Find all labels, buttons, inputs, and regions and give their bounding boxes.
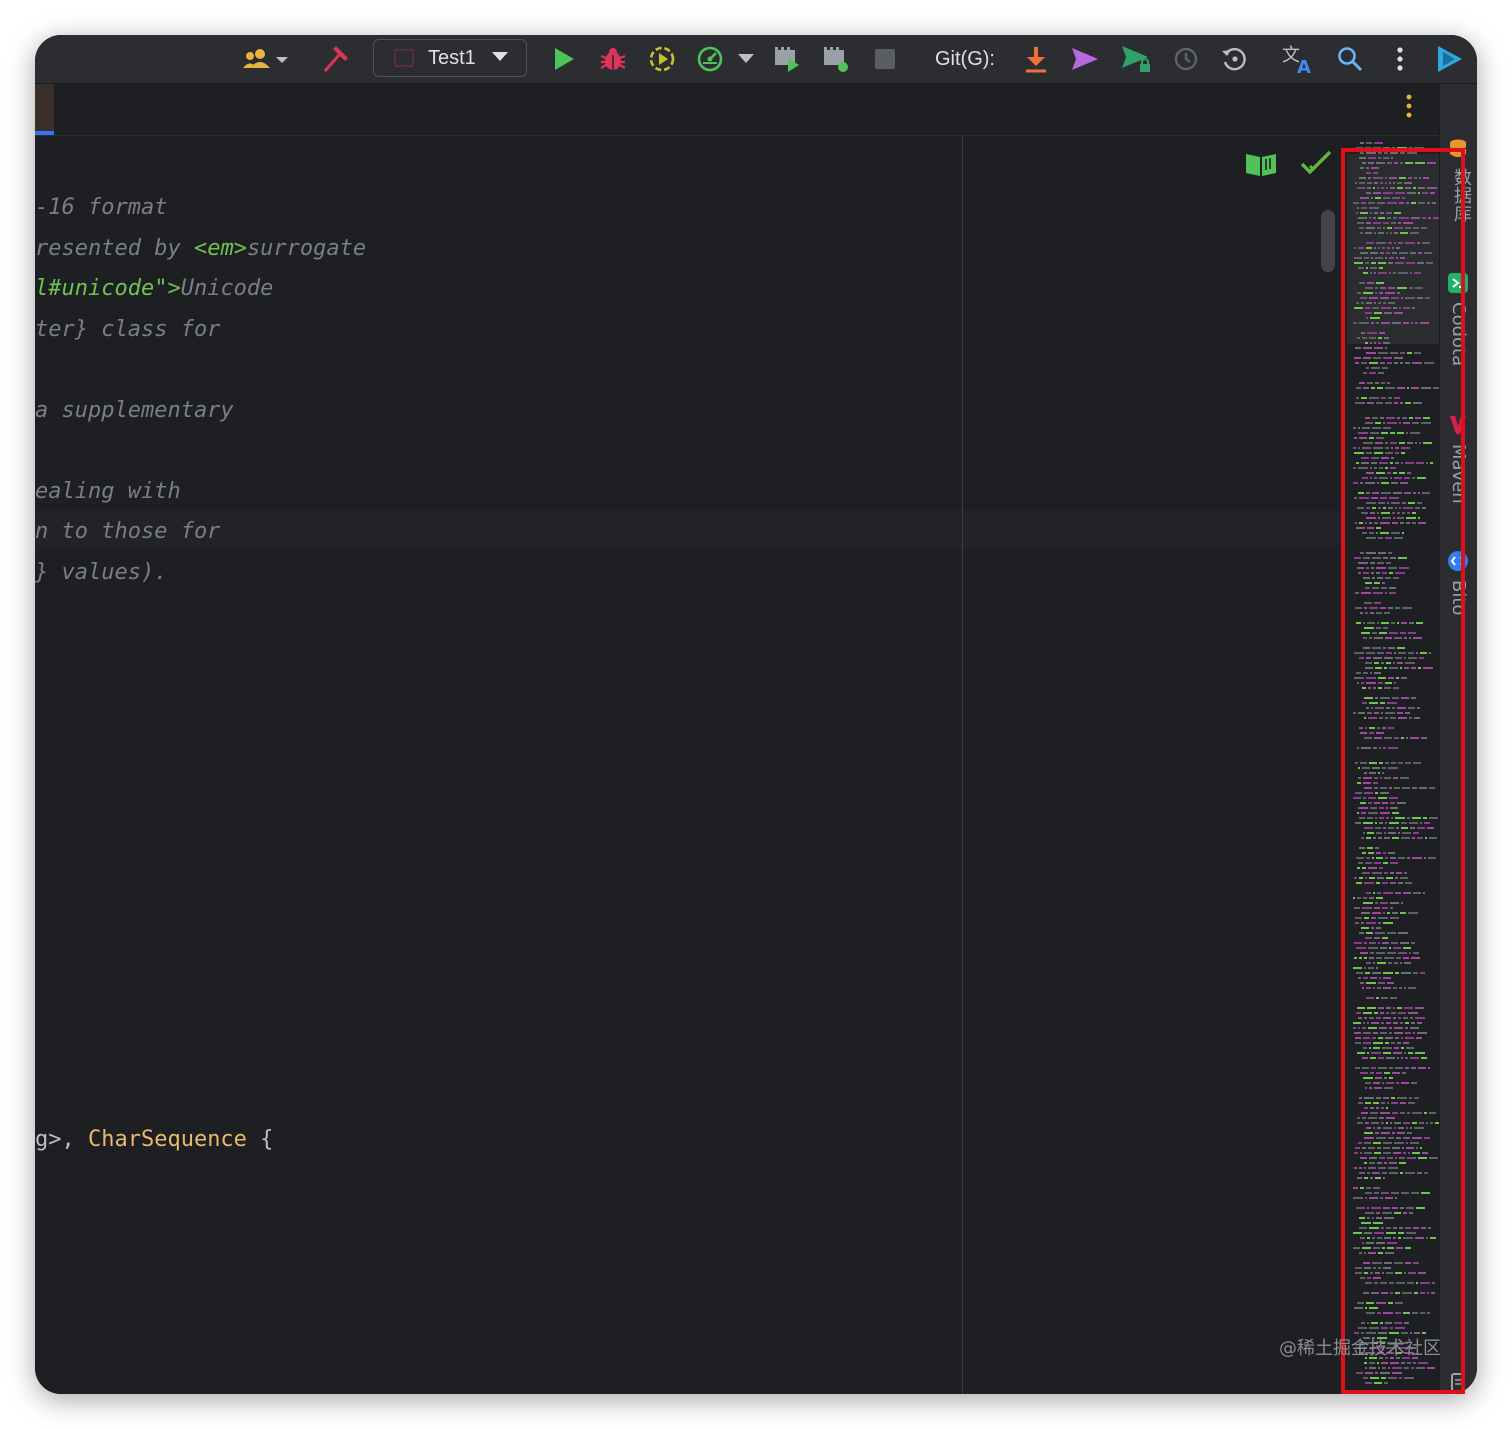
run-config-label: Test1 (428, 46, 476, 69)
stop-icon[interactable] (871, 35, 899, 83)
collaboration-users-icon[interactable] (235, 35, 295, 83)
build-hammer-icon[interactable] (319, 35, 351, 83)
code-token: CharSequence (87, 1127, 247, 1152)
code-token: ealing with (35, 479, 181, 504)
more-options-icon[interactable] (1387, 35, 1413, 83)
git-rollback-icon[interactable] (1220, 35, 1250, 83)
code-token: a supplementary (35, 398, 234, 423)
code-line[interactable]: resented by <em>surrogate (35, 229, 366, 269)
watermark: @稀土掘金技术社区 (1279, 1338, 1441, 1359)
git-commit-icon[interactable] (1068, 35, 1102, 83)
git-update-icon[interactable] (1021, 35, 1051, 83)
reader-mode-book-icon[interactable] (1244, 150, 1278, 183)
code-line[interactable]: g>, CharSequence { (35, 1120, 273, 1160)
code-token: surrogate (246, 236, 367, 261)
code-token: } values). (35, 560, 168, 585)
run-service-icon[interactable] (770, 35, 804, 83)
git-label: Git(G): (935, 48, 995, 70)
editor-tab[interactable] (35, 84, 54, 131)
code-token: l#unicode"> (35, 276, 181, 301)
more-run-options-chevron-icon[interactable] (736, 35, 756, 83)
code-line[interactable]: a supplementary (35, 391, 234, 431)
git-push-icon[interactable] (1119, 35, 1153, 83)
run-configuration-selector[interactable]: Test1 (373, 39, 527, 77)
code-token: ter} class for (35, 317, 221, 342)
code-token: n to those for (35, 519, 221, 544)
profiler-icon[interactable] (695, 35, 725, 83)
current-line-highlight (35, 510, 1341, 550)
right-margin-guide (962, 136, 963, 1394)
minimap-code-mark (1366, 142, 1372, 144)
code-line[interactable]: -16 format (35, 188, 167, 228)
active-tab-indicator (35, 131, 54, 135)
chevron-down-icon (491, 49, 508, 67)
code-line[interactable]: l#unicode">Unicode (35, 269, 273, 309)
code-token: resented by (35, 236, 194, 261)
config-icon (394, 49, 414, 67)
code-line[interactable]: } values). (35, 553, 167, 593)
debug-service-icon[interactable] (819, 35, 853, 83)
code-token: { (246, 1127, 274, 1152)
code-line[interactable]: ealing with (35, 472, 181, 512)
code-line[interactable]: n to those for (35, 512, 220, 552)
code-line[interactable]: ter} class for (35, 310, 220, 350)
git-history-icon[interactable] (1171, 35, 1201, 83)
minimap-code-mark (1374, 142, 1383, 144)
code-token: <em> (193, 236, 247, 261)
tab-more-options-icon[interactable] (1405, 94, 1413, 123)
code-token: g>, (35, 1127, 88, 1152)
svg-text:A: A (1297, 57, 1311, 75)
ai-assistant-icon[interactable] (1433, 35, 1467, 83)
debug-bug-icon[interactable] (598, 35, 628, 83)
run-icon[interactable] (549, 35, 579, 83)
run-with-coverage-icon[interactable] (647, 35, 677, 83)
code-token: Unicode (180, 276, 274, 301)
main-toolbar: Test1 Git(G): 文 A (35, 35, 1477, 84)
code-editor[interactable]: -16 format resented by <em>surrogate l#uni… (35, 136, 1439, 1394)
inspection-ok-check-icon[interactable] (1300, 148, 1334, 183)
vertical-scrollbar-thumb[interactable] (1321, 210, 1335, 272)
ide-window: Test1 Git(G): 文 A -16 format resented by… (35, 35, 1477, 1394)
code-token: -16 format (35, 195, 168, 220)
search-icon[interactable] (1335, 35, 1365, 83)
minimap-highlight-box (1341, 148, 1465, 1394)
editor-tab-bar (35, 84, 1439, 136)
translate-icon[interactable]: 文 A (1280, 35, 1316, 83)
minimap-code-mark (1360, 142, 1364, 144)
